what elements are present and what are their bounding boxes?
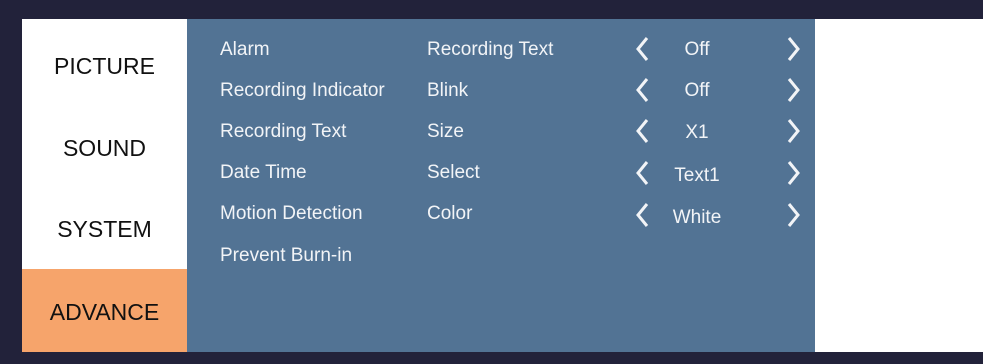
option-value: White	[672, 207, 722, 228]
sidebar-item-label: PICTURE	[54, 53, 155, 79]
menu-item-label: Prevent Burn-in	[220, 245, 353, 266]
menu-item-recording-text[interactable]: Recording Text	[220, 121, 346, 143]
menu-item-date-time[interactable]: Date Time	[220, 162, 307, 184]
menu-item-alarm[interactable]: Alarm	[220, 39, 270, 61]
settings-panel: Alarm Recording Indicator Recording Text…	[187, 19, 815, 352]
option-label: Blink	[427, 80, 469, 101]
sidebar-item-label: SYSTEM	[57, 216, 152, 242]
menu-item-label: Motion Detection	[220, 203, 363, 224]
menu-item-motion-detection[interactable]: Motion Detection	[220, 203, 363, 225]
option-label: Color	[427, 203, 473, 224]
option-label: Size	[427, 121, 464, 142]
preview-pane	[815, 19, 983, 352]
menu-item-label: Recording Indicator	[220, 80, 385, 101]
chevron-right-icon[interactable]	[785, 36, 801, 62]
sidebar-item-label: ADVANCE	[49, 299, 160, 325]
sidebar-item-label: SOUND	[62, 135, 147, 161]
option-value: Off	[684, 39, 710, 60]
option-value: X1	[685, 122, 709, 143]
menu-item-label: Date Time	[220, 162, 307, 183]
chevron-right-icon[interactable]	[785, 160, 801, 186]
osd-menu: PICTURE SOUND SYSTEM ADVANCE Alarm Recor…	[22, 19, 983, 352]
sidebar-item-sound[interactable]: SOUND	[22, 135, 187, 162]
option-value: Text1	[674, 165, 720, 186]
sidebar-item-advance[interactable]: ADVANCE	[22, 269, 187, 352]
menu-item-label: Recording Text	[220, 121, 347, 142]
menu-item-recording-indicator[interactable]: Recording Indicator	[220, 80, 385, 102]
menu-item-prevent-burn-in[interactable]: Prevent Burn-in	[220, 245, 352, 267]
osd-frame: PICTURE SOUND SYSTEM ADVANCE Alarm Recor…	[0, 0, 983, 364]
option-value: Off	[684, 80, 710, 101]
sidebar-item-system[interactable]: SYSTEM	[22, 216, 187, 243]
option-label: Select	[427, 162, 480, 183]
chevron-right-icon[interactable]	[785, 118, 801, 144]
chevron-right-icon[interactable]	[785, 77, 801, 103]
option-label: Recording Text	[427, 39, 554, 60]
menu-item-label: Alarm	[220, 39, 270, 60]
sidebar: PICTURE SOUND SYSTEM ADVANCE	[22, 19, 187, 352]
chevron-right-icon[interactable]	[785, 202, 801, 228]
sidebar-item-picture[interactable]: PICTURE	[22, 53, 187, 80]
